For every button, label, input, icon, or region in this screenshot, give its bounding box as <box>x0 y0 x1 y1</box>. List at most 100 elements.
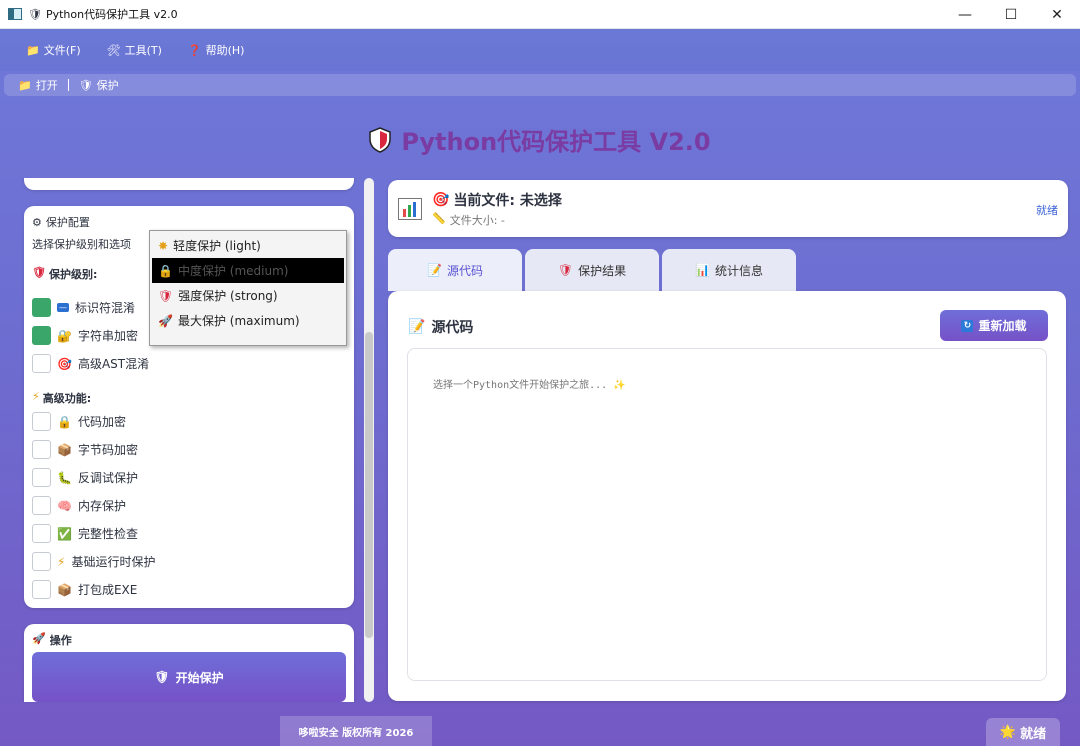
memo-icon: 📝 <box>408 319 426 335</box>
app-icon <box>8 8 22 20</box>
shield-icon <box>369 126 392 153</box>
placeholder-text: 选择一个Python文件开始保护之旅... <box>433 380 608 391</box>
option-label: 反调试保护 <box>77 471 138 485</box>
menu-file[interactable]: 📁 文件(F) <box>20 38 87 62</box>
toolbar-protect-button[interactable]: 🛡 保护 <box>79 77 119 93</box>
folder-icon: 📁 <box>18 78 32 92</box>
window-titlebar: 🛡 Python代码保护工具 v2.0 — ☐ ✕ <box>0 0 1080 29</box>
reload-label: 重新加载 <box>978 319 1027 333</box>
checkbox[interactable] <box>32 326 51 345</box>
target-icon: 🎯 <box>57 356 72 371</box>
scrollbar-thumb[interactable] <box>365 332 373 638</box>
shield-icon: 🛡 <box>154 670 170 684</box>
checkbox[interactable] <box>32 298 51 317</box>
start-protection-button[interactable]: 🛡 开始保护 <box>32 652 346 702</box>
menu-tools-label: 工具(T) <box>124 44 162 57</box>
toolbar-open-label: 打开 <box>35 79 58 92</box>
tab-label: 统计信息 <box>714 263 763 278</box>
source-code-editor[interactable]: 选择一个Python文件开始保护之旅... ✨ <box>407 348 1047 681</box>
target-icon: 🎯 <box>432 192 450 208</box>
tab-statistics[interactable]: 📊 统计信息 <box>662 249 796 291</box>
sparkle-icon: ✸ <box>158 238 169 253</box>
editor-placeholder: 选择一个Python文件开始保护之旅... ✨ <box>433 376 626 391</box>
status-indicator: 🌟 就绪 <box>986 718 1060 746</box>
checkbox[interactable] <box>32 496 51 515</box>
protection-level-dropdown[interactable]: ✸ 轻度保护 (light) 🔒 中度保护 (medium) 🛡 强度保护 (s… <box>149 230 347 346</box>
sparkles-icon: ✨ <box>613 380 626 391</box>
dropdown-option-medium[interactable]: 🔒 中度保护 (medium) <box>152 258 344 283</box>
brain-icon: 🧠 <box>57 498 72 513</box>
status-ready-label: 就绪 <box>1036 204 1058 217</box>
lock-icon: 🔒 <box>57 414 72 429</box>
reload-button[interactable]: ↻ 重新加载 <box>940 310 1048 341</box>
left-panel-scrollbar[interactable] <box>364 178 374 702</box>
dropdown-option-strong[interactable]: 🛡 强度保护 (strong) <box>152 283 344 308</box>
lock-key-icon: 🔐 <box>57 328 72 343</box>
folder-icon: 📁 <box>26 43 40 57</box>
option-identifier-obfuscation[interactable]: — 标识符混淆 <box>32 298 135 317</box>
shield-icon: 🛡 <box>32 266 46 279</box>
option-integrity-check[interactable]: ✅ 完整性检查 <box>32 524 138 543</box>
option-label: 字符串加密 <box>77 329 138 343</box>
menu-help-label: 帮助(H) <box>205 44 245 57</box>
operations-card: 🚀 操作 🛡 开始保护 <box>24 624 354 702</box>
checkbox[interactable] <box>32 354 51 373</box>
option-code-encryption[interactable]: 🔒 代码加密 <box>32 412 126 431</box>
file-info-card: 🎯 当前文件: 未选择 📏 文件大小: - 就绪 <box>388 180 1068 237</box>
window-controls: — ☐ ✕ <box>942 0 1080 29</box>
maximize-button[interactable]: ☐ <box>988 0 1034 29</box>
checkbox[interactable] <box>32 524 51 543</box>
option-label: 基础运行时保护 <box>71 555 156 569</box>
file-size: 📏 文件大小: - <box>432 212 505 228</box>
option-label: 内存保护 <box>77 499 126 513</box>
config-title: ⚙ 保护配置 <box>32 214 90 230</box>
dropdown-option-maximum[interactable]: 🚀 最大保护 (maximum) <box>152 308 344 333</box>
option-bytecode-encryption[interactable]: 📦 字节码加密 <box>32 440 138 459</box>
app-heading: Python代码保护工具 V2.0 <box>0 122 1080 157</box>
dropdown-option-light[interactable]: ✸ 轻度保护 (light) <box>152 233 344 258</box>
tab-protection-result[interactable]: 🛡 保护结果 <box>525 249 659 291</box>
minimize-button[interactable]: — <box>942 0 988 29</box>
option-ast-obfuscation[interactable]: 🎯 高级AST混淆 <box>32 354 149 373</box>
checkbox[interactable] <box>32 440 51 459</box>
tab-source-code[interactable]: 📝 源代码 <box>388 249 522 291</box>
option-package-exe[interactable]: 📦 打包成EXE <box>32 580 137 599</box>
app-title: Python代码保护工具 V2.0 <box>401 128 711 156</box>
shield-icon: 🛡 <box>78 78 93 92</box>
close-button[interactable]: ✕ <box>1034 0 1080 29</box>
menu-help[interactable]: ❓ 帮助(H) <box>182 38 251 62</box>
checkbox[interactable] <box>32 412 51 431</box>
start-protection-label: 开始保护 <box>175 670 224 685</box>
option-label: 代码加密 <box>77 415 126 429</box>
gear-icon: ⚙ <box>32 215 42 229</box>
box-icon: 📦 <box>57 442 72 457</box>
config-subtitle: 选择保护级别和选项 <box>32 238 131 251</box>
toolbar-open-button[interactable]: 📁 打开 <box>18 77 58 93</box>
operations-title: 🚀 操作 <box>32 632 72 648</box>
checkbox[interactable] <box>32 580 51 599</box>
lock-icon: 🔒 <box>158 263 173 278</box>
tab-label: 源代码 <box>446 263 483 278</box>
shield-icon: 🛡 <box>158 288 174 303</box>
box-icon: 📦 <box>57 582 72 597</box>
current-file-title: 🎯 当前文件: 未选择 <box>432 190 562 210</box>
toolbar-separator <box>67 79 69 91</box>
option-memory-protection[interactable]: 🧠 内存保护 <box>32 496 126 515</box>
copyright-text: 哆啦安全 版权所有 2026 <box>280 716 432 746</box>
option-runtime-protection[interactable]: ⚡ 基础运行时保护 <box>32 552 155 571</box>
dropdown-option-label: 轻度保护 (light) <box>173 239 261 253</box>
checkbox[interactable] <box>32 468 51 487</box>
option-anti-debug[interactable]: 🐛 反调试保护 <box>32 468 138 487</box>
advanced-label: ⚡ 高级功能: <box>32 390 91 406</box>
option-label: 打包成EXE <box>77 583 138 597</box>
status-bar: 哆啦安全 版权所有 2026 🌟 就绪 <box>0 716 1080 746</box>
bug-icon: 🐛 <box>57 470 72 485</box>
option-label: 字节码加密 <box>77 443 138 457</box>
option-string-encryption[interactable]: 🔐 字符串加密 <box>32 326 138 345</box>
chart-icon <box>398 198 422 220</box>
menu-tools[interactable]: 🛠 工具(T) <box>101 38 168 62</box>
menu-file-label: 文件(F) <box>43 44 81 57</box>
current-file-label: 当前文件: 未选择 <box>453 193 562 209</box>
checkbox[interactable] <box>32 552 51 571</box>
tab-label: 保护结果 <box>578 263 627 278</box>
